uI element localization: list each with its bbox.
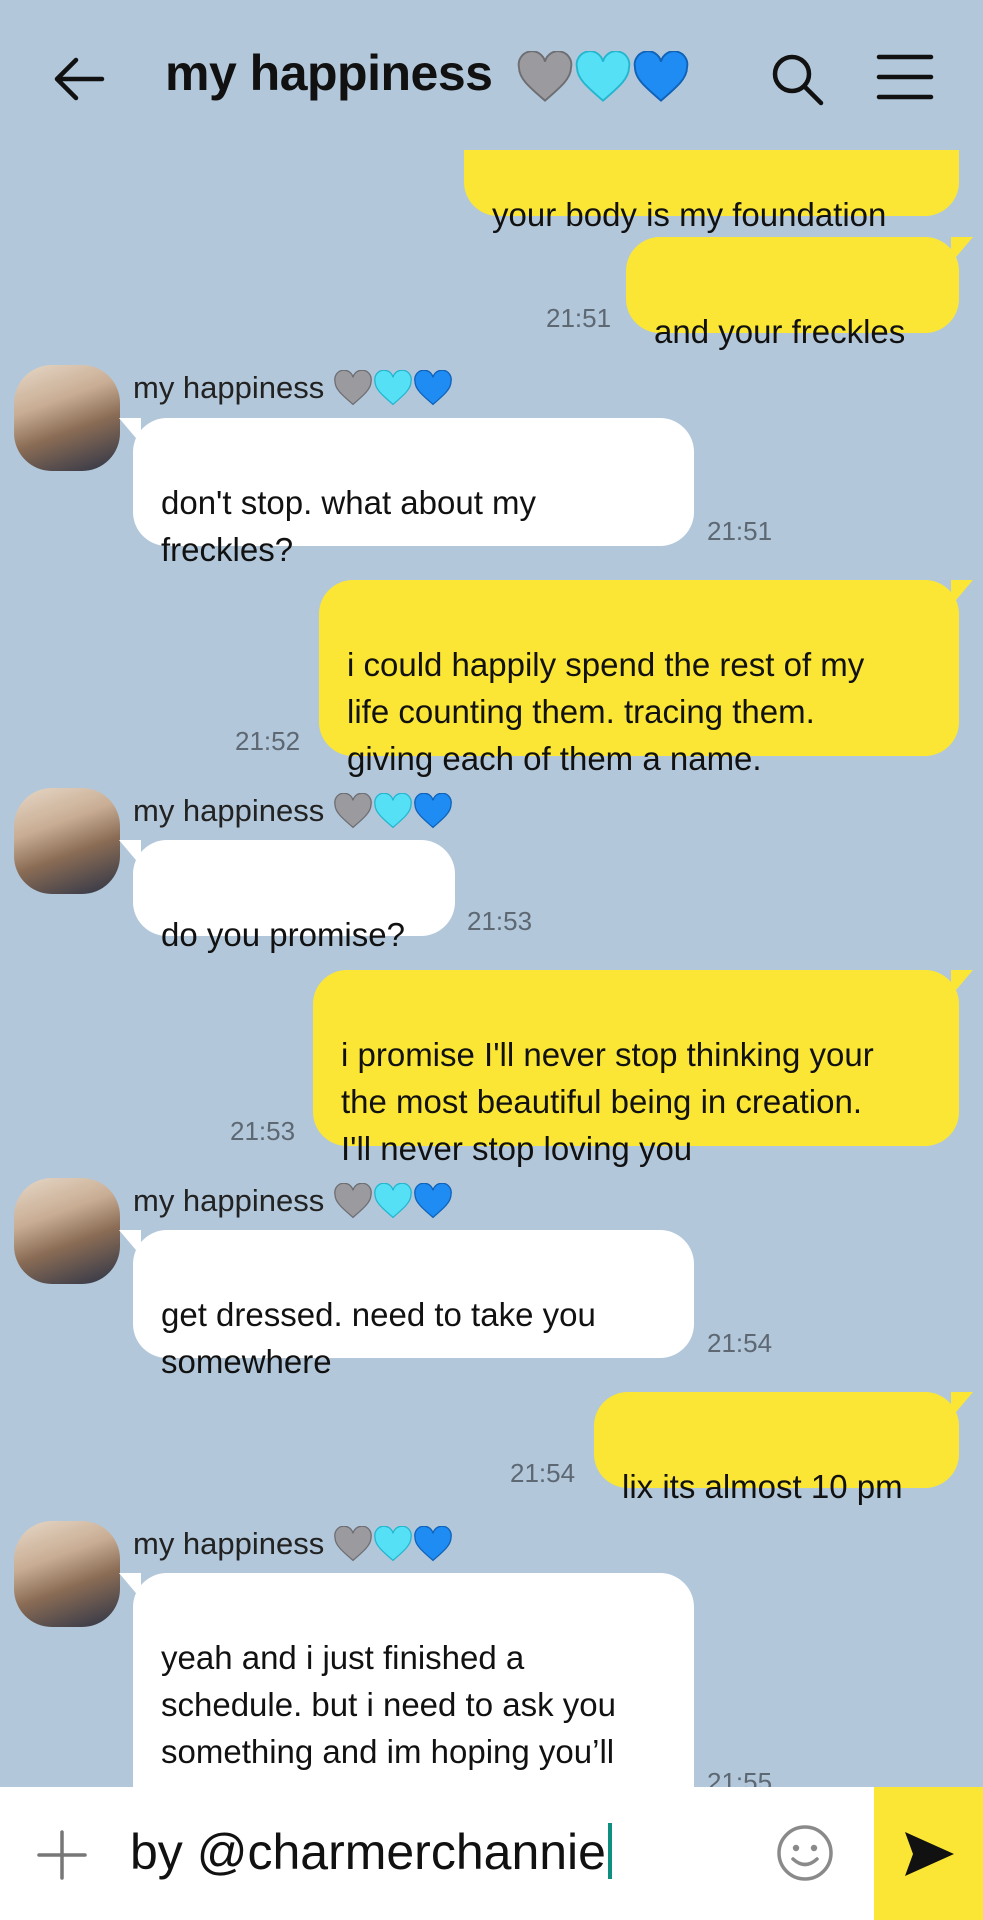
sender-hearts [333, 792, 453, 829]
light-blue-heart-icon [374, 369, 412, 406]
text-caret [607, 1823, 612, 1879]
blue-heart-icon [633, 50, 689, 102]
sender-name: my happiness [133, 1181, 453, 1219]
sender-name: my happiness [133, 791, 453, 829]
message-text: your body is my foundation [492, 196, 887, 233]
their-message[interactable]: do you promise? [119, 840, 455, 953]
grey-heart-icon [334, 1182, 372, 1219]
sender-hearts [333, 369, 453, 406]
my-message[interactable]: i could happily spend the rest of my lif… [319, 580, 973, 777]
message-time: 21:51 [546, 303, 612, 333]
their-message[interactable]: don't stop. what about my freckles? [119, 418, 694, 568]
message-time: 21:54 [510, 1458, 576, 1488]
message-time: 21:53 [230, 1116, 296, 1146]
light-blue-heart-icon [374, 792, 412, 829]
sender-hearts [333, 1525, 453, 1562]
message-input[interactable]: by @charmerchannie [130, 1823, 612, 1881]
grey-heart-icon [334, 369, 372, 406]
blue-heart-icon [414, 1182, 452, 1219]
grey-heart-icon [334, 1525, 372, 1562]
search-icon[interactable] [768, 50, 826, 108]
contact-avatar[interactable] [14, 788, 120, 894]
message-text: and your freckles [654, 313, 906, 350]
chat-header: my happiness [0, 0, 983, 150]
message-text: i could happily spend the rest of my lif… [347, 646, 865, 777]
plus-icon[interactable] [36, 1829, 88, 1881]
contact-avatar[interactable] [14, 1178, 120, 1284]
message-text: i promise I'll never stop thinking your … [341, 1036, 874, 1167]
light-blue-heart-icon [374, 1525, 412, 1562]
light-blue-heart-icon [575, 50, 631, 102]
my-message[interactable]: and your freckles [626, 237, 973, 350]
message-time: 21:54 [707, 1328, 773, 1358]
contact-avatar[interactable] [14, 1521, 120, 1627]
blue-heart-icon [414, 792, 452, 829]
message-text: get dressed. need to take you somewhere [161, 1296, 596, 1380]
chat-title-text: my happiness [165, 45, 493, 101]
message-input-bar: by @charmerchannie [0, 1787, 983, 1920]
message-text: don't stop. what about my freckles? [161, 484, 537, 568]
sender-name: my happiness [133, 1524, 453, 1562]
blue-heart-icon [414, 369, 452, 406]
sender-hearts [333, 1182, 453, 1219]
their-message[interactable]: get dressed. need to take you somewhere [119, 1230, 694, 1380]
send-icon [905, 1832, 954, 1876]
my-message[interactable]: your body is my foundation [464, 140, 959, 233]
grey-heart-icon [517, 50, 573, 102]
light-blue-heart-icon [374, 1182, 412, 1219]
send-button[interactable] [874, 1787, 983, 1920]
title-hearts [516, 50, 690, 103]
my-message[interactable]: lix its almost 10 pm [594, 1392, 973, 1505]
message-text: lix its almost 10 pm [622, 1468, 903, 1505]
back-arrow-icon[interactable] [50, 50, 108, 108]
sender-name: my happiness [133, 368, 453, 406]
menu-icon[interactable] [876, 52, 934, 102]
message-input-value: by @charmerchannie [130, 1824, 606, 1880]
blue-heart-icon [414, 1525, 452, 1562]
contact-avatar[interactable] [14, 365, 120, 471]
message-time: 21:52 [235, 726, 301, 756]
message-time: 21:53 [467, 906, 533, 936]
chat-title[interactable]: my happiness [165, 44, 690, 103]
grey-heart-icon [334, 792, 372, 829]
my-message[interactable]: i promise I'll never stop thinking your … [313, 970, 973, 1167]
emoji-icon[interactable] [776, 1824, 834, 1882]
their-message[interactable]: yeah and i just finished a schedule. but… [119, 1573, 694, 1817]
message-text: do you promise? [161, 916, 405, 953]
message-time: 21:51 [707, 516, 773, 546]
